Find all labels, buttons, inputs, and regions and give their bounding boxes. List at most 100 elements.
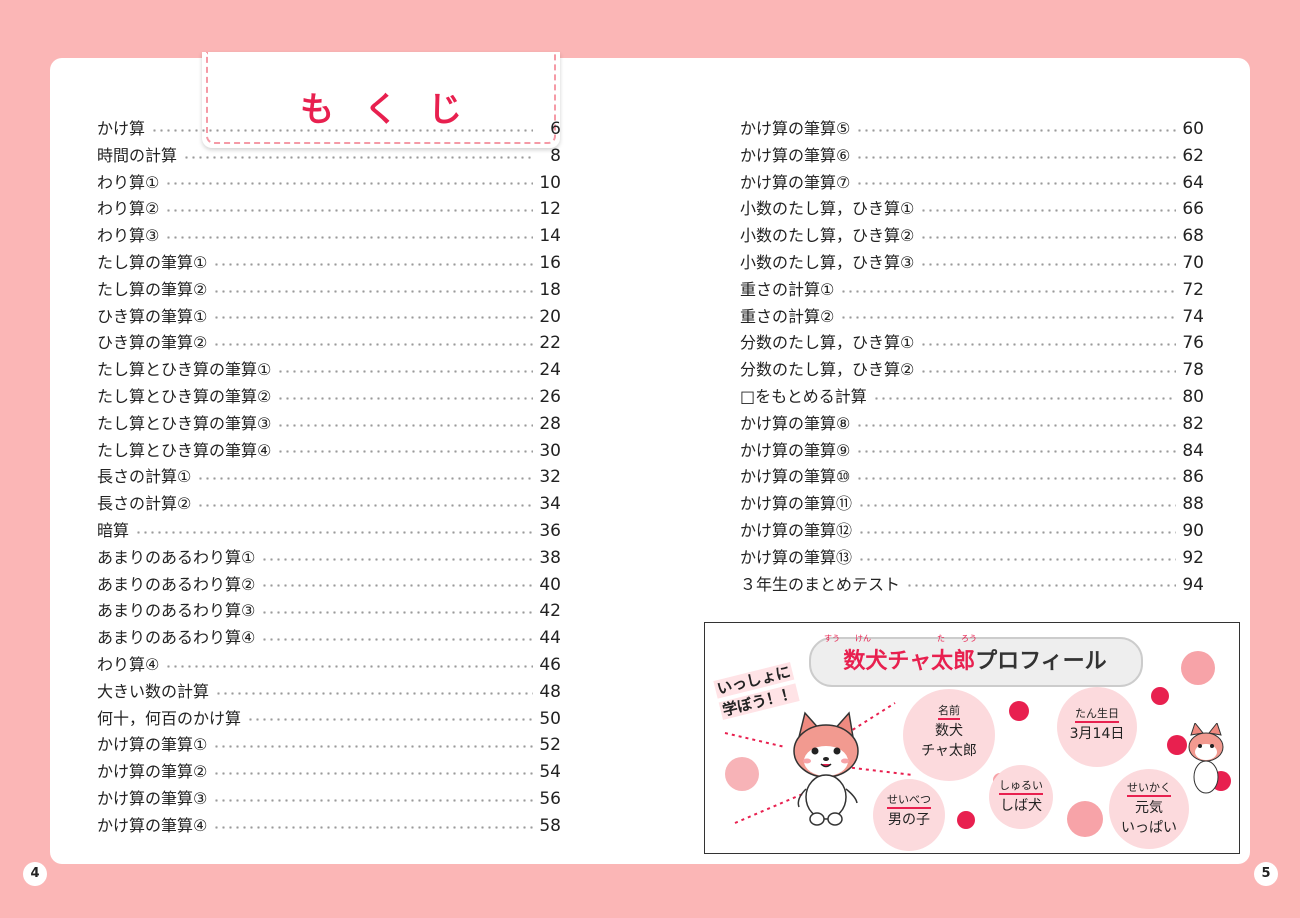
toc-leader-dots (213, 343, 533, 347)
toc-leader-dots (247, 718, 533, 722)
toc-entry-page: 78 (1182, 360, 1204, 381)
toc-entry-page: 16 (539, 252, 561, 273)
toc-entry-page: 34 (539, 494, 561, 515)
decor-dot (1067, 801, 1103, 837)
toc-entry[interactable]: たし算とひき算の筆算④ 30 (97, 438, 561, 465)
toc-leader-dots (213, 798, 533, 802)
toc-entry[interactable]: かけ算 6 (97, 116, 561, 143)
toc-entry[interactable]: 時間の計算 8 (97, 143, 561, 170)
toc-entry[interactable]: 何十，何百のかけ算 50 (97, 706, 561, 733)
toc-entry-label: 小数のたし算，ひき算① (740, 199, 915, 219)
toc-leader-dots (856, 182, 1176, 186)
toc-entry[interactable]: 大きい数の計算 48 (97, 679, 561, 706)
toc-entry-label: たし算とひき算の筆算② (97, 386, 272, 406)
toc-leader-dots (183, 155, 533, 159)
toc-entry-page: 46 (539, 654, 561, 675)
toc-entry[interactable]: たし算の筆算② 18 (97, 277, 561, 304)
toc-entry[interactable]: わり算④ 46 (97, 652, 561, 679)
toc-entry-page: 90 (1182, 520, 1204, 541)
toc-entry[interactable]: わり算③ 14 (97, 223, 561, 250)
toc-entry[interactable]: あまりのあるわり算② 40 (97, 572, 561, 599)
toc-entry-page: 64 (1182, 172, 1204, 193)
toc-entry[interactable]: 暗算 36 (97, 518, 561, 545)
left-page-number: 4 (23, 862, 47, 886)
toc-entry-label: 分数のたし算，ひき算② (740, 360, 915, 380)
toc-entry[interactable]: かけ算の筆算⑫ 90 (740, 518, 1204, 545)
toc-entry-page: 6 (550, 119, 561, 139)
decor-dot (1009, 701, 1029, 721)
name-line-1: 数犬 (935, 723, 963, 739)
toc-entry[interactable]: 長さの計算① 32 (97, 464, 561, 491)
birthday-bubble: たん生日 3月14日 (1057, 687, 1137, 767)
toc-entry[interactable]: 分数のたし算，ひき算① 76 (740, 330, 1204, 357)
toc-entry[interactable]: かけ算の筆算⑨ 84 (740, 438, 1204, 465)
toc-entry[interactable]: ひき算の筆算① 20 (97, 304, 561, 331)
toc-entry-label: わり算② (97, 199, 160, 219)
toc-entry[interactable]: たし算の筆算① 16 (97, 250, 561, 277)
toc-entry[interactable]: かけ算の筆算⑪ 88 (740, 491, 1204, 518)
toc-entry-page: 62 (1182, 145, 1204, 166)
toc-entry[interactable]: かけ算の筆算⑦ 64 (740, 170, 1204, 197)
toc-entry[interactable]: かけ算の筆算① 52 (97, 732, 561, 759)
toc-leader-dots (856, 450, 1176, 454)
decor-dot (1151, 687, 1169, 705)
toc-entry-label: かけ算の筆算⑦ (740, 172, 851, 192)
toc-leader-dots (277, 370, 533, 374)
toc-entry-label: かけ算の筆算⑨ (740, 440, 851, 460)
toc-entry-page: 84 (1182, 440, 1204, 461)
toc-entry-page: 74 (1182, 306, 1204, 327)
toc-leader-dots (920, 262, 1176, 266)
toc-entry-page: 10 (539, 172, 561, 193)
toc-entry[interactable]: あまりのあるわり算④ 44 (97, 625, 561, 652)
toc-leader-dots (151, 128, 533, 132)
toc-entry[interactable]: ３年生のまとめテスト 94 (740, 572, 1204, 599)
birthday-value: 3月14日 (1069, 726, 1125, 742)
toc-entry[interactable]: かけ算の筆算② 54 (97, 759, 561, 786)
toc-entry-page: 56 (539, 788, 561, 809)
toc-entry[interactable]: たし算とひき算の筆算② 26 (97, 384, 561, 411)
toc-entry[interactable]: 長さの計算② 34 (97, 491, 561, 518)
toc-entry[interactable]: ひき算の筆算② 22 (97, 330, 561, 357)
toc-left-column: かけ算 6 時間の計算 8 わり算① 10 わり算② 12 わり算③ 14 たし算の筆算① 16 たし算… (97, 116, 561, 840)
toc-entry[interactable]: かけ算の筆算③ 56 (97, 786, 561, 813)
toc-entry-label: 時間の計算 (97, 145, 178, 165)
toc-leader-dots (277, 396, 533, 400)
toc-entry[interactable]: 重さの計算② 74 (740, 304, 1204, 331)
toc-entry[interactable]: 重さの計算① 72 (740, 277, 1204, 304)
toc-entry-page: 14 (539, 226, 561, 247)
toc-leader-dots (277, 423, 533, 427)
toc-leader-dots (213, 316, 533, 320)
toc-entry[interactable]: あまりのあるわり算③ 42 (97, 598, 561, 625)
toc-entry[interactable]: 小数のたし算，ひき算① 66 (740, 196, 1204, 223)
toc-entry[interactable]: あまりのあるわり算① 38 (97, 545, 561, 572)
gender-bubble: せいべつ 男の子 (873, 779, 945, 851)
toc-entry[interactable]: わり算① 10 (97, 170, 561, 197)
toc-entry[interactable]: □をもとめる計算 80 (740, 384, 1204, 411)
toc-entry-label: たし算の筆算① (97, 252, 208, 272)
toc-entry-label: かけ算の筆算③ (97, 788, 208, 808)
toc-entry[interactable]: かけ算の筆算⑩ 86 (740, 464, 1204, 491)
toc-entry[interactable]: わり算② 12 (97, 196, 561, 223)
toc-entry-label: わり算③ (97, 226, 160, 246)
toc-entry[interactable]: 小数のたし算，ひき算② 68 (740, 223, 1204, 250)
toc-entry[interactable]: かけ算の筆算④ 58 (97, 813, 561, 840)
personality-line-2: いっぱい (1121, 820, 1177, 836)
toc-entry-label: 大きい数の計算 (97, 681, 210, 701)
toc-entry-page: 94 (1182, 574, 1204, 595)
toc-entry[interactable]: かけ算の筆算⑧ 82 (740, 411, 1204, 438)
toc-entry-label: 重さの計算① (740, 279, 835, 299)
toc-entry[interactable]: たし算とひき算の筆算③ 28 (97, 411, 561, 438)
toc-leader-dots (858, 504, 1176, 508)
dog-mascot-icon (793, 711, 859, 826)
toc-entry[interactable]: 分数のたし算，ひき算② 78 (740, 357, 1204, 384)
toc-entry-label: かけ算の筆算⑬ (740, 547, 853, 567)
toc-entry[interactable]: かけ算の筆算⑬ 92 (740, 545, 1204, 572)
toc-entry-page: 50 (539, 708, 561, 729)
toc-entry[interactable]: かけ算の筆算⑤ 60 (740, 116, 1204, 143)
toc-entry[interactable]: たし算とひき算の筆算① 24 (97, 357, 561, 384)
toc-leader-dots (840, 289, 1176, 293)
toc-entry-page: 80 (1182, 386, 1204, 407)
toc-entry[interactable]: かけ算の筆算⑥ 62 (740, 143, 1204, 170)
toc-entry-page: 8 (550, 145, 561, 166)
toc-entry[interactable]: 小数のたし算，ひき算③ 70 (740, 250, 1204, 277)
